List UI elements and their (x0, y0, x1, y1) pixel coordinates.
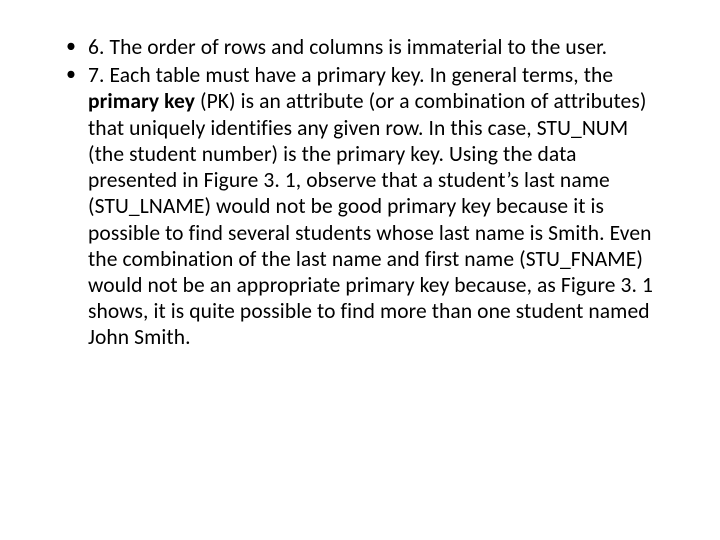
bullet-bold-term: primary key (88, 88, 200, 114)
bullet-text-a: Each table must have a primary key. In g… (110, 62, 614, 88)
bullet-text-b: (PK) is an attribute (or a combination o… (88, 88, 653, 350)
bullet-prefix: 7. (88, 62, 110, 88)
slide-body: 6. The order of rows and columns is imma… (0, 0, 720, 540)
bullet-text: The order of rows and columns is immater… (110, 34, 608, 60)
bullet-prefix: 6. (88, 34, 110, 60)
list-item: 7. Each table must have a primary key. I… (60, 62, 660, 350)
list-item: 6. The order of rows and columns is imma… (60, 34, 660, 60)
bullet-list: 6. The order of rows and columns is imma… (60, 34, 660, 351)
